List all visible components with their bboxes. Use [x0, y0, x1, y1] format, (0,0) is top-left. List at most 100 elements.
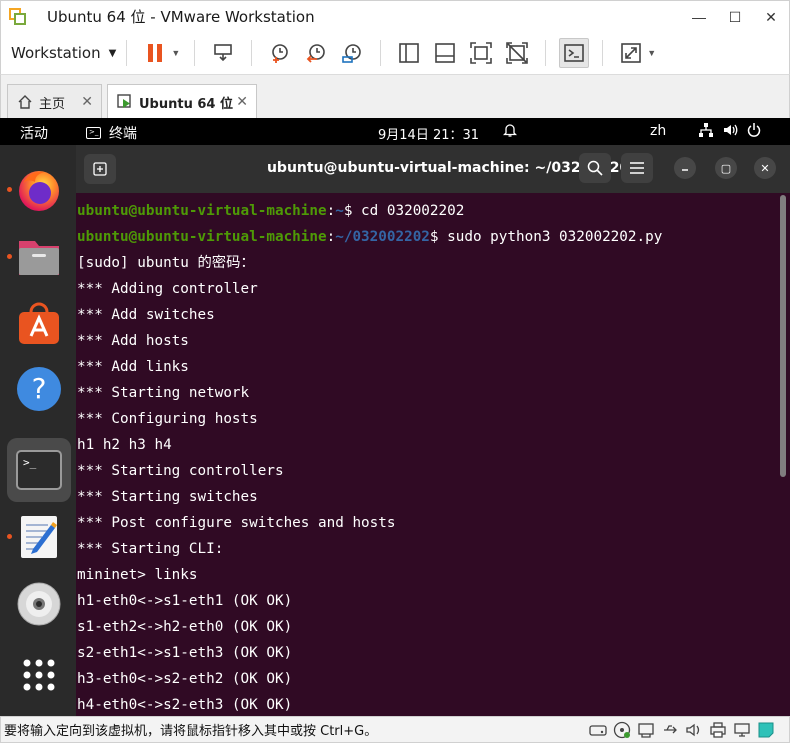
hard-disk-icon[interactable]: [588, 721, 607, 739]
pause-icon: [148, 44, 163, 62]
guest-screen[interactable]: 活动 >_ 终端 9月14日 21：31 zh ? >_ ubuntu@ubun…: [0, 118, 790, 716]
network-icon: [698, 122, 714, 142]
full-screen-button[interactable]: [466, 38, 496, 68]
prompt-user: ubuntu@ubuntu-virtual-machine: [77, 229, 327, 245]
ubuntu-dock: ? >_: [0, 145, 76, 716]
toolbar-divider: [545, 40, 547, 66]
network-adapter-icon[interactable]: [636, 721, 655, 739]
dock-item-text-editor[interactable]: [7, 505, 71, 569]
text-editor-icon: [21, 516, 57, 558]
system-tray[interactable]: [698, 122, 762, 142]
help-icon: ?: [17, 367, 61, 411]
dock-item-terminal[interactable]: >_: [7, 438, 71, 502]
dock-item-help[interactable]: ?: [7, 357, 71, 421]
show-library-button[interactable]: [394, 38, 424, 68]
stretch-dropdown-caret[interactable]: ▼: [647, 48, 656, 58]
cd-dvd-icon[interactable]: [612, 721, 631, 739]
terminal-line: h1 h2 h3 h4: [77, 437, 172, 453]
minimize-button[interactable]: —: [681, 1, 717, 33]
tab-ubuntu-vm[interactable]: Ubuntu 64 位 ✕: [107, 84, 257, 119]
terminal-line: mininet> links: [77, 567, 198, 583]
chevron-down-icon: ▼: [108, 47, 117, 59]
workstation-menu[interactable]: Workstation ▼: [11, 44, 116, 62]
terminal-line: h4-eth0<->s2-eth3 (OK OK): [77, 697, 293, 713]
close-button[interactable]: ✕: [753, 1, 789, 33]
maximize-terminal-button[interactable]: ▢: [715, 157, 737, 179]
revert-snapshot-icon: [306, 44, 326, 63]
window-titlebar: Ubuntu 64 位 - VMware Workstation — ☐ ✕: [0, 0, 790, 32]
snapshot-icon: [272, 44, 289, 63]
console-view-button[interactable]: [559, 38, 590, 68]
dock-item-app-center[interactable]: [7, 290, 71, 354]
close-icon[interactable]: ✕: [236, 94, 248, 110]
prompt-user: ubuntu@ubuntu-virtual-machine: [77, 203, 327, 219]
activities-button[interactable]: 活动: [20, 123, 48, 143]
prompt-path: ~/032002202: [335, 229, 430, 245]
terminal-line: s1-eth2<->h2-eth0 (OK OK): [77, 619, 293, 635]
terminal-line: *** Starting switches: [77, 489, 258, 505]
show-apps-icon: [23, 659, 55, 691]
terminal-line: [sudo] ubuntu 的密码：: [77, 255, 255, 271]
terminal-app-icon: >_: [86, 127, 101, 139]
terminal-line: *** Adding controller: [77, 281, 258, 297]
terminal-scrollbar[interactable]: [780, 195, 786, 477]
printer-icon[interactable]: [708, 721, 727, 739]
take-snapshot-button[interactable]: [265, 38, 295, 68]
stretch-icon: [621, 43, 642, 63]
terminal-icon: >_: [16, 450, 62, 490]
usb-icon[interactable]: [660, 721, 679, 739]
input-language-indicator[interactable]: zh: [650, 123, 666, 139]
tab-home[interactable]: 主页 ✕: [7, 84, 102, 119]
minimize-terminal-button[interactable]: [674, 157, 696, 179]
dock-item-show-apps[interactable]: [7, 643, 71, 707]
message-log-icon[interactable]: [756, 721, 775, 739]
terminal-line: *** Add switches: [77, 307, 215, 323]
unity-mode-button[interactable]: [502, 38, 532, 68]
menu-button[interactable]: [621, 153, 653, 183]
revert-snapshot-button[interactable]: [301, 38, 331, 68]
send-ctrl-alt-del-button[interactable]: [208, 38, 238, 68]
terminal-lines: ubuntu@ubuntu-virtual-machine:~$ cd 0320…: [77, 198, 662, 716]
prompt-colon: :: [326, 229, 336, 245]
command-text: $ cd 032002202: [343, 203, 465, 219]
thumbnail-bar-button[interactable]: [430, 38, 460, 68]
terminal-output[interactable]: ubuntu@ubuntu-virtual-machine:~$ cd 0320…: [76, 193, 790, 716]
terminal-line: ubuntu@ubuntu-virtual-machine:~/03200220…: [77, 224, 662, 250]
vmware-toolbar: Workstation ▼ ▼ ▼: [0, 32, 790, 74]
close-icon[interactable]: ✕: [81, 94, 93, 110]
app-menu[interactable]: >_ 终端: [86, 123, 137, 143]
terminal-line: *** Add hosts: [77, 333, 189, 349]
vm-tab-strip: 主页 ✕ Ubuntu 64 位 ✕: [0, 74, 790, 119]
terminal-line: *** Starting CLI:: [77, 541, 224, 557]
toolbar-divider: [251, 40, 253, 66]
sidebar-layout-icon: [399, 43, 420, 63]
workstation-menu-label: Workstation: [11, 44, 101, 62]
search-button[interactable]: [579, 153, 611, 183]
maximize-button[interactable]: ☐: [717, 1, 753, 33]
dock-item-firefox[interactable]: [7, 158, 71, 222]
pause-button[interactable]: [140, 38, 170, 68]
pause-dropdown-caret[interactable]: ▼: [171, 48, 180, 58]
search-icon: [587, 160, 603, 176]
bottom-panel-icon: [435, 43, 456, 63]
vmware-logo-icon: [9, 7, 27, 26]
dock-item-files[interactable]: [7, 225, 71, 289]
files-icon: [19, 241, 59, 275]
dock-item-dvd[interactable]: [7, 572, 71, 636]
send-keys-icon: [214, 44, 233, 62]
prompt-colon: :: [326, 203, 336, 219]
snapshot-manager-button[interactable]: [337, 38, 367, 68]
close-terminal-button[interactable]: ✕: [754, 157, 776, 179]
hamburger-icon: [630, 162, 644, 174]
terminal-line: h3-eth0<->s2-eth2 (OK OK): [77, 671, 293, 687]
sound-card-icon[interactable]: [684, 721, 703, 739]
power-icon: [746, 122, 762, 142]
minimize-icon: [682, 169, 688, 171]
tab-home-label: 主页: [39, 96, 66, 112]
clock[interactable]: 9月14日 21：31: [378, 124, 479, 143]
terminal-line: *** Starting controllers: [77, 463, 284, 479]
stretch-guest-button[interactable]: [616, 38, 646, 68]
app-menu-label: 终端: [109, 126, 137, 142]
display-icon[interactable]: [732, 721, 751, 739]
prompt-path: ~: [335, 203, 344, 219]
